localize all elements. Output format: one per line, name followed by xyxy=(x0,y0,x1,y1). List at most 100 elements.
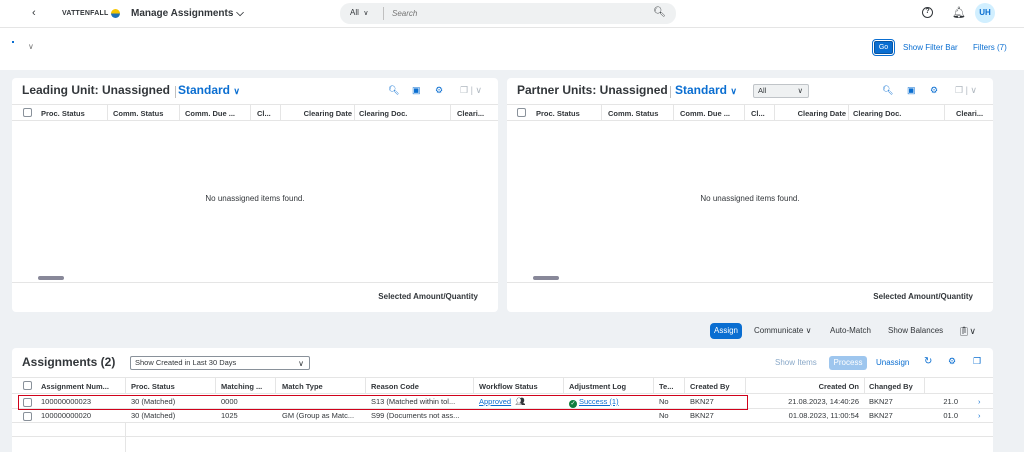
chevron-down-icon: ∨ xyxy=(797,86,804,95)
column-header[interactable]: Adjustment Log xyxy=(569,382,649,391)
auto-match-button[interactable]: Auto-Match xyxy=(830,323,871,339)
column-header[interactable]: Comm. Status xyxy=(608,109,670,118)
changed-by: BKN27 xyxy=(869,411,893,420)
show-items-button[interactable]: Show Items xyxy=(775,358,817,367)
column-header[interactable]: Created By xyxy=(690,382,740,391)
table-row[interactable]: 100000000023 30 (Matched) 0000 S13 (Matc… xyxy=(12,395,993,409)
settings-gear-icon[interactable]: ⚙︎ xyxy=(930,85,938,96)
copy-icon[interactable]: ❐ | ∨ xyxy=(460,85,482,96)
column-header[interactable]: Workflow Status xyxy=(479,382,559,391)
show-balances-button[interactable]: Show Balances xyxy=(888,323,943,339)
column-header[interactable]: Clearing Date xyxy=(286,109,352,118)
copy-icon[interactable]: ❐ | ∨ xyxy=(955,85,977,96)
leading-variant-select[interactable]: Standard ∨ xyxy=(178,83,240,97)
notification-bell-icon[interactable]: 🔔︎ xyxy=(952,6,966,19)
partner-scope-select[interactable]: All ∨ xyxy=(753,84,809,98)
search-scope-select[interactable]: All ∨ xyxy=(350,8,368,17)
column-header[interactable]: Cl... xyxy=(257,109,277,118)
column-header[interactable]: Clearing Date xyxy=(780,109,846,118)
column-header[interactable]: Te... xyxy=(659,382,679,391)
show-filter-bar-button[interactable]: Show Filter Bar xyxy=(903,43,958,52)
select-all-checkbox[interactable] xyxy=(517,108,526,117)
column-header[interactable]: Proc. Status xyxy=(41,109,101,118)
row-navigation-chevron-icon[interactable]: › xyxy=(978,411,981,420)
column-header[interactable]: Comm. Due ... xyxy=(185,109,245,118)
search-icon[interactable]: 🔍︎ xyxy=(388,85,399,96)
column-divider xyxy=(215,378,216,394)
period-select-value: Show Created in Last 30 Days xyxy=(135,358,237,367)
column-header[interactable]: Match Type xyxy=(282,382,362,391)
created-on: 21.08.2023, 14:40:26 xyxy=(788,397,859,406)
period-select[interactable]: Show Created in Last 30 Days ∨ xyxy=(130,356,310,370)
back-icon[interactable]: ‹ xyxy=(32,7,36,19)
column-header[interactable]: Cleari... xyxy=(457,109,493,118)
go-button[interactable]: Go xyxy=(872,39,895,56)
export-icon[interactable]: ▣ xyxy=(907,85,916,96)
chevron-down-icon: ∨ xyxy=(805,326,812,335)
help-icon[interactable]: ? xyxy=(922,7,933,18)
export-icon[interactable]: ▣ xyxy=(412,85,421,96)
unassign-button[interactable]: Unassign xyxy=(876,358,909,367)
select-all-checkbox[interactable] xyxy=(23,381,32,390)
search-icon[interactable]: 🔍︎ xyxy=(882,85,893,96)
column-header[interactable]: Comm. Status xyxy=(113,109,175,118)
assignment-number: 100000000023 xyxy=(41,397,92,406)
refresh-icon[interactable]: ↻ xyxy=(924,356,932,367)
search-input[interactable] xyxy=(392,6,642,21)
copy-icon[interactable]: ❐ xyxy=(973,356,981,367)
workflow-status-link[interactable]: Approved xyxy=(479,397,511,406)
column-header[interactable]: Proc. Status xyxy=(131,382,211,391)
horizontal-scrollbar[interactable] xyxy=(38,276,64,280)
column-divider xyxy=(125,378,126,394)
workflow-status-cell: Approved 👥︎ xyxy=(479,397,525,406)
column-header[interactable]: Cl... xyxy=(751,109,771,118)
filters-button[interactable]: Filters (7) xyxy=(973,43,1007,52)
user-avatar[interactable]: UH xyxy=(975,3,995,23)
partner-units-panel: Partner Units: Unassigned Standard ∨ All… xyxy=(507,78,993,312)
column-header[interactable]: Proc. Status xyxy=(536,109,596,118)
column-divider xyxy=(365,378,366,394)
column-header[interactable]: Matching ... xyxy=(221,382,271,391)
column-header[interactable]: Reason Code xyxy=(371,382,461,391)
settings-gear-icon[interactable]: ⚙︎ xyxy=(948,356,956,367)
selected-amount-label: Selected Amount/Quantity xyxy=(378,292,478,301)
empty-row xyxy=(12,423,993,437)
column-header[interactable]: Changed By xyxy=(869,382,929,391)
adjustment-log-link[interactable]: Success (1) xyxy=(579,397,619,406)
column-divider xyxy=(653,378,654,394)
horizontal-scrollbar[interactable] xyxy=(533,276,559,280)
column-header[interactable]: Clearing Doc. xyxy=(359,109,429,118)
column-divider xyxy=(179,105,180,121)
row-navigation-chevron-icon[interactable]: › xyxy=(978,397,981,406)
partner-variant-select[interactable]: Standard ∨ xyxy=(675,83,737,97)
column-header[interactable]: Cleari... xyxy=(956,109,990,118)
shell-bar: ‹ VATTENFALL Manage Assignments ⌵ All ∨ … xyxy=(0,0,1024,28)
logo-text: VATTENFALL xyxy=(62,10,109,17)
row-checkbox[interactable] xyxy=(23,412,32,421)
assign-button[interactable]: Assign xyxy=(710,323,742,339)
column-header[interactable]: Created On xyxy=(751,382,859,391)
variant-label: Standard xyxy=(675,83,728,97)
column-divider xyxy=(774,105,775,121)
communicate-menu-button[interactable]: Communicate ∨ xyxy=(754,323,811,339)
matching: 1025 xyxy=(221,411,238,420)
workflow-users-icon[interactable]: 👥︎ xyxy=(515,397,525,406)
column-header[interactable]: Comm. Due ... xyxy=(680,109,740,118)
adjustment-log-cell: ✓ Success (1) xyxy=(569,397,619,408)
row-checkbox[interactable] xyxy=(23,398,32,407)
column-header[interactable]: Clearing Doc. xyxy=(853,109,923,118)
expand-header-chevron-icon[interactable]: ∨ xyxy=(28,42,34,51)
selected-amount-label: Selected Amount/Quantity xyxy=(873,292,973,301)
search-icon[interactable]: 🔍︎ xyxy=(653,7,666,18)
match-type: GM (Group as Matc... xyxy=(282,411,355,420)
settings-gear-icon[interactable]: ⚙︎ xyxy=(435,85,443,96)
table-row[interactable]: 100000000020 30 (Matched) 1025 GM (Group… xyxy=(12,409,993,423)
app-title-menu[interactable]: Manage Assignments ⌵ xyxy=(131,8,244,19)
changed-on: 21.0 xyxy=(943,397,958,406)
created-on: 01.08.2023, 11:00:54 xyxy=(788,411,859,420)
select-all-checkbox[interactable] xyxy=(23,108,32,117)
column-header[interactable]: Assignment Num... xyxy=(41,382,121,391)
company-logo[interactable]: VATTENFALL xyxy=(62,9,121,18)
process-button[interactable]: Process xyxy=(829,356,867,370)
clipboard-menu-icon[interactable]: 📋︎∨ xyxy=(958,323,976,339)
